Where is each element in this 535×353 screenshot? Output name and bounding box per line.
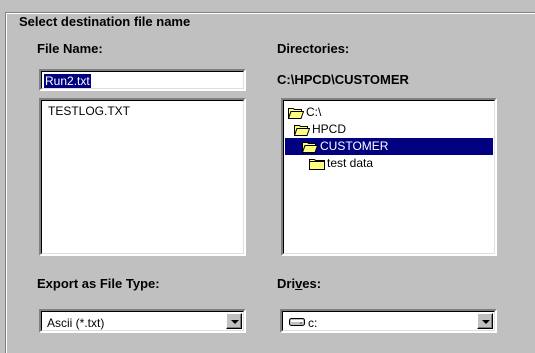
directory-item-label: HPCD: [312, 122, 347, 136]
export-type-value: Ascii (*.txt): [47, 316, 105, 330]
drives-label-part: es:: [302, 276, 322, 291]
drives-label: Drives:: [277, 276, 321, 291]
open-folder-icon: [288, 107, 304, 119]
directory-item-label: CUSTOMER: [320, 139, 389, 153]
directory-list[interactable]: C:\ HPCD CUSTOMER test data: [281, 98, 497, 256]
export-type-label: Export as File Type:: [37, 276, 160, 291]
group-title: Select destination file name: [16, 14, 194, 29]
file-name-input[interactable]: Run2.txt: [39, 69, 246, 91]
export-type-select[interactable]: Ascii (*.txt): [39, 309, 246, 333]
open-folder-icon: [294, 124, 310, 136]
directory-item-label: C:\: [306, 105, 322, 119]
file-list-item[interactable]: TESTLOG.TXT: [48, 104, 130, 118]
current-path: C:\HPCD\CUSTOMER: [277, 72, 409, 87]
directory-item-customer[interactable]: CUSTOMER: [285, 138, 493, 155]
hard-drive-icon: [289, 318, 305, 326]
closed-folder-icon: [309, 158, 325, 170]
file-list[interactable]: TESTLOG.TXT: [39, 98, 246, 256]
file-name-label: File Name:: [37, 41, 103, 56]
open-folder-icon: [302, 141, 318, 153]
drives-label-part: Dri: [277, 276, 296, 291]
directory-item-hpcd[interactable]: HPCD: [294, 121, 346, 138]
chevron-down-icon[interactable]: [226, 313, 242, 329]
directory-item-root[interactable]: C:\: [288, 104, 321, 121]
chevron-down-icon[interactable]: [477, 313, 493, 329]
drives-value: c:: [308, 316, 318, 330]
directories-label: Directories:: [277, 41, 350, 56]
drives-select[interactable]: c:: [280, 309, 497, 333]
directory-item-label: test data: [327, 156, 374, 170]
file-name-value: Run2.txt: [44, 74, 91, 88]
directory-item-test-data[interactable]: test data: [309, 155, 373, 172]
